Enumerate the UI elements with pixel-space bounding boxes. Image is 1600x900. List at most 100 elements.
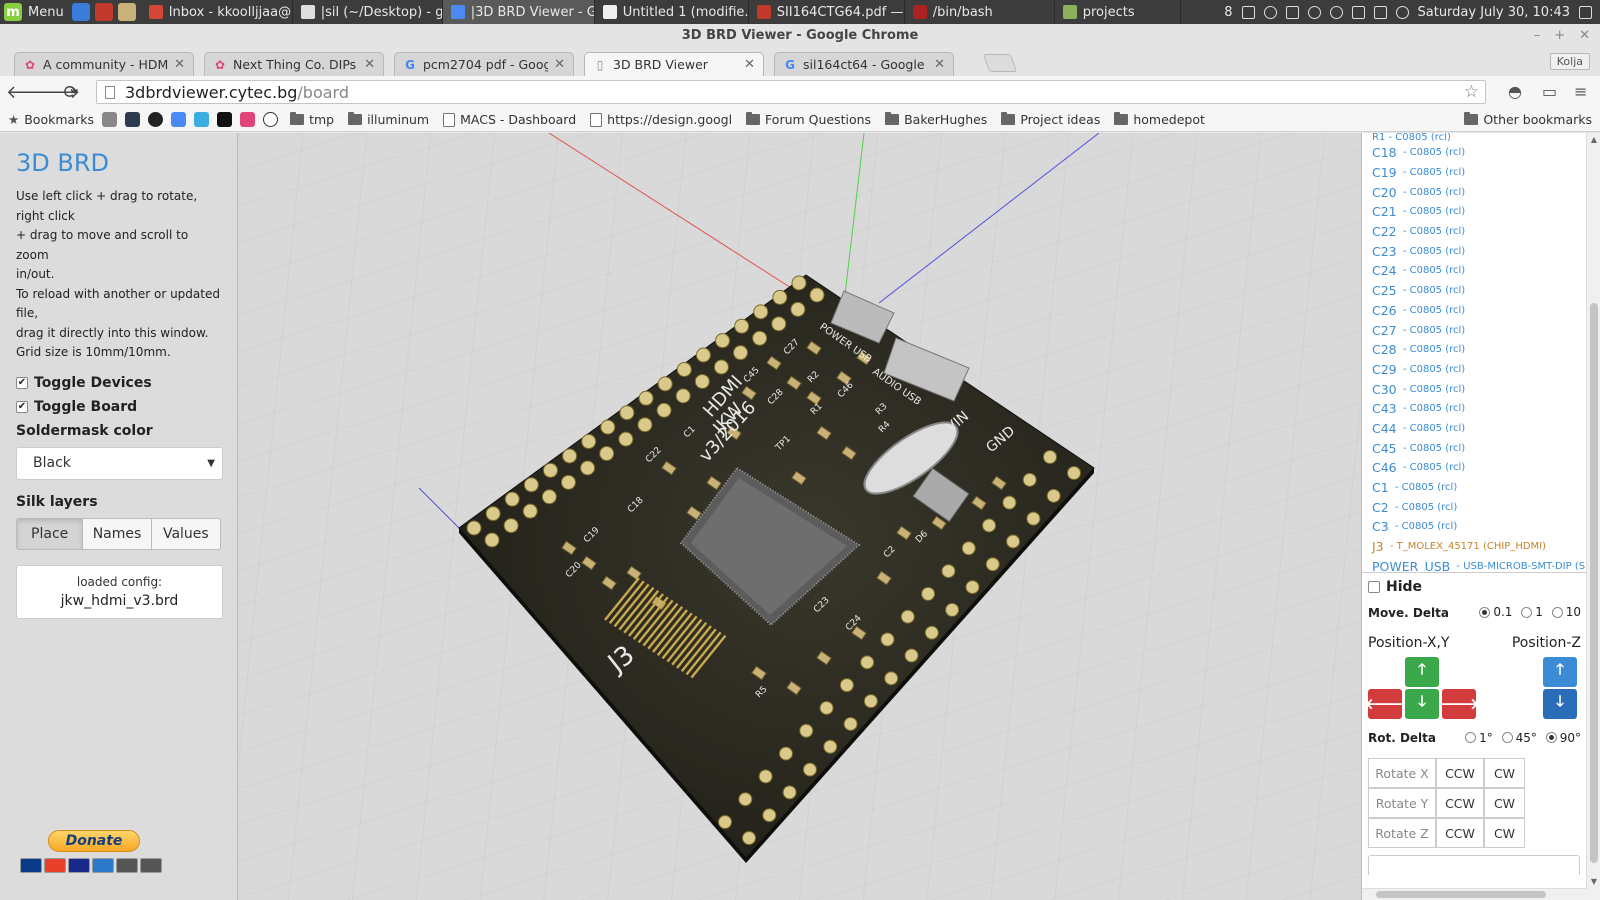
close-icon[interactable]: ✕ <box>1579 24 1590 48</box>
component-item[interactable]: C45 - C0805 (rcl) <box>1362 438 1587 458</box>
silk-names-button[interactable]: Names <box>83 517 152 550</box>
rotate-y-cw-button[interactable]: CW <box>1484 788 1525 818</box>
component-item[interactable]: C29 - C0805 (rcl) <box>1362 360 1587 380</box>
volume-icon[interactable] <box>1351 5 1365 19</box>
radio-icon[interactable] <box>1479 606 1491 618</box>
soldermask-select[interactable]: Black ▼ <box>16 446 223 480</box>
close-tab-icon[interactable]: ✕ <box>554 57 565 72</box>
other-bookmarks[interactable]: Other bookmarks <box>1464 112 1592 127</box>
start-menu-button[interactable]: m Menu <box>0 0 72 24</box>
scrollbar-thumb[interactable] <box>1376 891 1546 898</box>
incognito-extension-icon[interactable]: ◓ <box>1508 82 1522 101</box>
component-item[interactable]: C18 - C0805 (rcl) <box>1362 143 1587 163</box>
hide-row[interactable]: Hide <box>1368 579 1581 595</box>
toggle-devices-row[interactable]: ✔ Toggle Devices <box>16 375 221 391</box>
toggle-board-row[interactable]: ✔ Toggle Board <box>16 399 221 415</box>
toggle-devices-checkbox[interactable]: ✔ <box>16 376 28 389</box>
wifi-icon[interactable] <box>1329 5 1343 19</box>
bluetooth-icon[interactable] <box>1307 5 1321 19</box>
browser-tab[interactable]: ✿ Next Thing Co. DIPs for ✕ <box>204 52 384 76</box>
eye-bookmark-icon[interactable] <box>217 112 233 127</box>
radio-icon[interactable] <box>1521 606 1533 618</box>
taskbar-window-button[interactable]: SII164CTG64.pdf —... <box>749 0 905 24</box>
notification-count[interactable]: 8 <box>1224 5 1232 20</box>
component-partial[interactable]: R1 - C0805 (rcl) <box>1362 133 1587 143</box>
component-item[interactable]: C2 - C0805 (rcl) <box>1362 497 1587 517</box>
bookmark-star-icon[interactable]: ☆ <box>1464 82 1479 102</box>
radio-icon[interactable] <box>1501 732 1513 743</box>
app-launcher-icon[interactable] <box>94 3 113 21</box>
toggle-board-checkbox[interactable]: ✔ <box>16 400 28 413</box>
horizontal-scrollbar[interactable] <box>1362 888 1587 900</box>
profile-button[interactable]: Kolja <box>1549 53 1590 70</box>
maximize-icon[interactable]: + <box>1554 24 1565 48</box>
move-z-down-button[interactable]: 🡓 <box>1543 688 1577 719</box>
scroll-down-icon[interactable]: ▼ <box>1587 877 1600 886</box>
browser-tab[interactable]: Gpcm2704 pdf - Google S ✕ <box>394 52 574 76</box>
component-item[interactable]: C26 - C0805 (rcl) <box>1362 301 1587 321</box>
component-item[interactable]: C21 - C0805 (rcl) <box>1362 202 1587 222</box>
3d-viewport[interactable]: HDMI JKW v3/2016 J3 POWER USB AUDIO USB … <box>239 133 1360 900</box>
component-item[interactable]: C27 - C0805 (rcl) <box>1362 320 1587 340</box>
forward-arrow-icon[interactable]: 🡒 <box>32 82 80 103</box>
component-item[interactable]: POWER_USB - USB-MICROB-SMT-DIP (Sp <box>1362 556 1587 572</box>
browser-tab[interactable]: ✿ A community - HDMI wit ✕ <box>14 52 194 76</box>
taskbar-window-button[interactable]: Inbox - kkoolljjaa@... <box>141 0 293 24</box>
taskbar-window-button[interactable]: Untitled 1 (modifie... <box>595 0 749 24</box>
rot-delta-option[interactable]: 90° <box>1545 731 1581 745</box>
board-scene[interactable]: HDMI JKW v3/2016 J3 POWER USB AUDIO USB … <box>239 133 1360 900</box>
show-desktop-icon[interactable] <box>1579 5 1592 19</box>
hide-checkbox[interactable] <box>1368 581 1380 593</box>
taskbar-window-button[interactable]: |sil (~/Desktop) - g... <box>293 0 443 24</box>
component-item[interactable]: C30 - C0805 (rcl) <box>1362 379 1587 399</box>
close-tab-icon[interactable]: ✕ <box>934 57 945 72</box>
battery-icon[interactable] <box>1373 5 1387 19</box>
bookmark-item[interactable]: illuminum <box>348 112 429 127</box>
chrome-launcher-icon[interactable] <box>71 3 90 21</box>
taskbar-window-button[interactable]: /bin/bash <box>905 0 1055 24</box>
component-item[interactable]: J3 - T_MOLEX_45171 (CHIP_HDMI) <box>1362 537 1587 557</box>
move-delta-option[interactable]: 0.1 <box>1479 605 1512 619</box>
chip-bookmark-icon[interactable] <box>240 112 256 127</box>
minimize-icon[interactable]: – <box>1534 24 1541 48</box>
component-item[interactable]: C20 - C0805 (rcl) <box>1362 182 1587 202</box>
taskbar-window-button[interactable]: |3D BRD Viewer - G... <box>442 0 595 24</box>
rot-delta-option[interactable]: 1° <box>1465 731 1493 745</box>
move-right-button[interactable]: 🡒 <box>1439 688 1479 719</box>
silk-place-button[interactable]: Place <box>16 517 84 550</box>
component-item[interactable]: C22 - C0805 (rcl) <box>1362 222 1587 242</box>
bookmark-item[interactable]: homedepot <box>1114 112 1205 127</box>
bookmark-item[interactable]: Forum Questions <box>746 112 871 127</box>
component-item[interactable]: C19 - C0805 (rcl) <box>1362 163 1587 183</box>
new-tab-button[interactable] <box>982 54 1018 72</box>
move-down-button[interactable]: 🡓 <box>1405 688 1439 719</box>
close-tab-icon[interactable]: ✕ <box>174 57 185 72</box>
rotate-z-cw-button[interactable]: CW <box>1484 818 1525 848</box>
move-up-button[interactable]: 🡑 <box>1405 656 1439 687</box>
move-z-up-button[interactable]: 🡑 <box>1543 656 1577 687</box>
circle-bookmark-icon[interactable] <box>263 112 279 127</box>
close-tab-icon[interactable]: ✕ <box>744 57 755 72</box>
back-arrow-icon[interactable]: 🡐 <box>6 82 54 103</box>
rot-delta-option[interactable]: 45° <box>1501 731 1537 745</box>
move-delta-option[interactable]: 1 <box>1521 605 1543 619</box>
clock[interactable]: Saturday July 30, 10:43 <box>1418 5 1571 20</box>
move-delta-option[interactable]: 10 <box>1551 605 1581 619</box>
scroll-up-icon[interactable]: ▲ <box>1587 135 1600 144</box>
radio-icon[interactable] <box>1551 606 1563 618</box>
cloud-bookmark-icon[interactable] <box>125 112 141 127</box>
radio-icon[interactable] <box>1545 732 1557 743</box>
component-list[interactable]: R1 - C0805 (rcl) C18 - C0805 (rcl) C19 - … <box>1362 133 1587 573</box>
user-icon[interactable] <box>1263 5 1277 19</box>
component-item[interactable]: C28 - C0805 (rcl) <box>1362 340 1587 360</box>
inbox-bookmark-icon[interactable] <box>171 112 187 127</box>
component-item[interactable]: C43 - C0805 (rcl) <box>1362 399 1587 419</box>
scrollbar-thumb[interactable] <box>1590 303 1598 863</box>
move-left-button[interactable]: 🡐 <box>1365 688 1405 719</box>
snowflake-bookmark-icon[interactable] <box>194 112 210 127</box>
bookmark-item[interactable]: BakerHughes <box>885 112 987 127</box>
browser-tab[interactable]: ▯ 3D BRD Viewer ✕ <box>584 52 764 76</box>
bookmark-item[interactable]: tmp <box>290 112 334 127</box>
cast-icon[interactable]: ▭ <box>1542 82 1557 101</box>
component-item[interactable]: C1 - C0805 (rcl) <box>1362 478 1587 498</box>
